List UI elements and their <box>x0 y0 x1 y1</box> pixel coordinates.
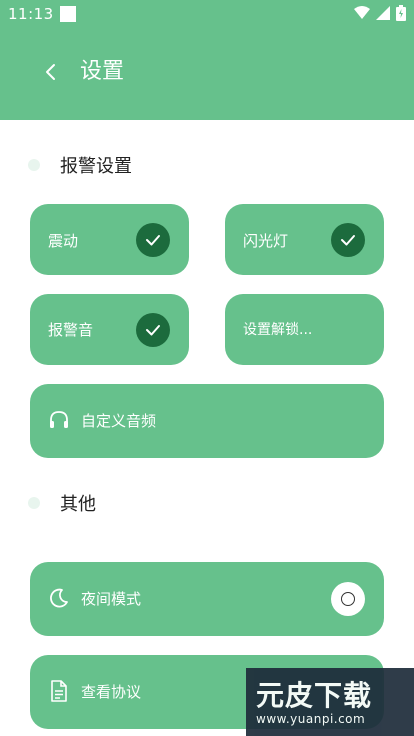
back-arrow-icon[interactable] <box>38 58 66 86</box>
system-icons <box>354 5 406 21</box>
custom-audio-card[interactable]: 自定义音频 <box>30 384 384 458</box>
flash-option-card[interactable]: 闪光灯 <box>225 204 384 275</box>
alarm-sound-option-card[interactable]: 报警音 <box>30 294 189 365</box>
page-title: 设置 <box>80 59 125 84</box>
section-other-header: 其他 <box>28 490 96 516</box>
section-alarm-header: 报警设置 <box>28 152 132 178</box>
status-bar: 11:13 <box>0 0 414 28</box>
vibrate-check-icon[interactable] <box>136 223 170 257</box>
signal-icon <box>376 6 390 20</box>
section-dot <box>28 497 40 509</box>
vibrate-option-card[interactable]: 震动 <box>30 204 189 275</box>
night-mode-card[interactable]: 夜间模式 <box>30 562 384 636</box>
moon-icon <box>50 588 68 608</box>
view-agreement-label: 查看协议 <box>81 683 142 701</box>
vibrate-label: 震动 <box>48 232 79 250</box>
alarm-sound-label: 报警音 <box>48 321 94 339</box>
notification-icon <box>60 6 76 22</box>
watermark-brand: 元皮下载 <box>256 679 373 712</box>
custom-audio-label: 自定义音频 <box>81 412 157 430</box>
headphones-icon <box>50 411 68 428</box>
set-unlock-label: 设置解锁... <box>243 322 313 338</box>
flash-check-icon[interactable] <box>331 223 365 257</box>
radio-ring-icon <box>341 592 355 606</box>
section-alarm-title: 报警设置 <box>60 156 132 177</box>
section-other-title: 其他 <box>60 494 96 515</box>
battery-icon <box>396 5 406 21</box>
wifi-icon <box>354 6 370 19</box>
night-mode-toggle[interactable] <box>331 582 365 616</box>
set-unlock-card[interactable]: 设置解锁... <box>225 294 384 365</box>
status-time: 11:13 <box>8 5 54 23</box>
section-dot <box>28 159 40 171</box>
alarm-sound-check-icon[interactable] <box>136 313 170 347</box>
night-mode-label: 夜间模式 <box>81 590 142 608</box>
document-icon <box>51 680 67 702</box>
watermark-logo: 元皮下载 www.yuanpi.com <box>246 668 414 736</box>
app-bar: 设置 <box>0 28 414 120</box>
watermark-url: www.yuanpi.com <box>256 712 366 726</box>
flash-label: 闪光灯 <box>243 232 289 250</box>
